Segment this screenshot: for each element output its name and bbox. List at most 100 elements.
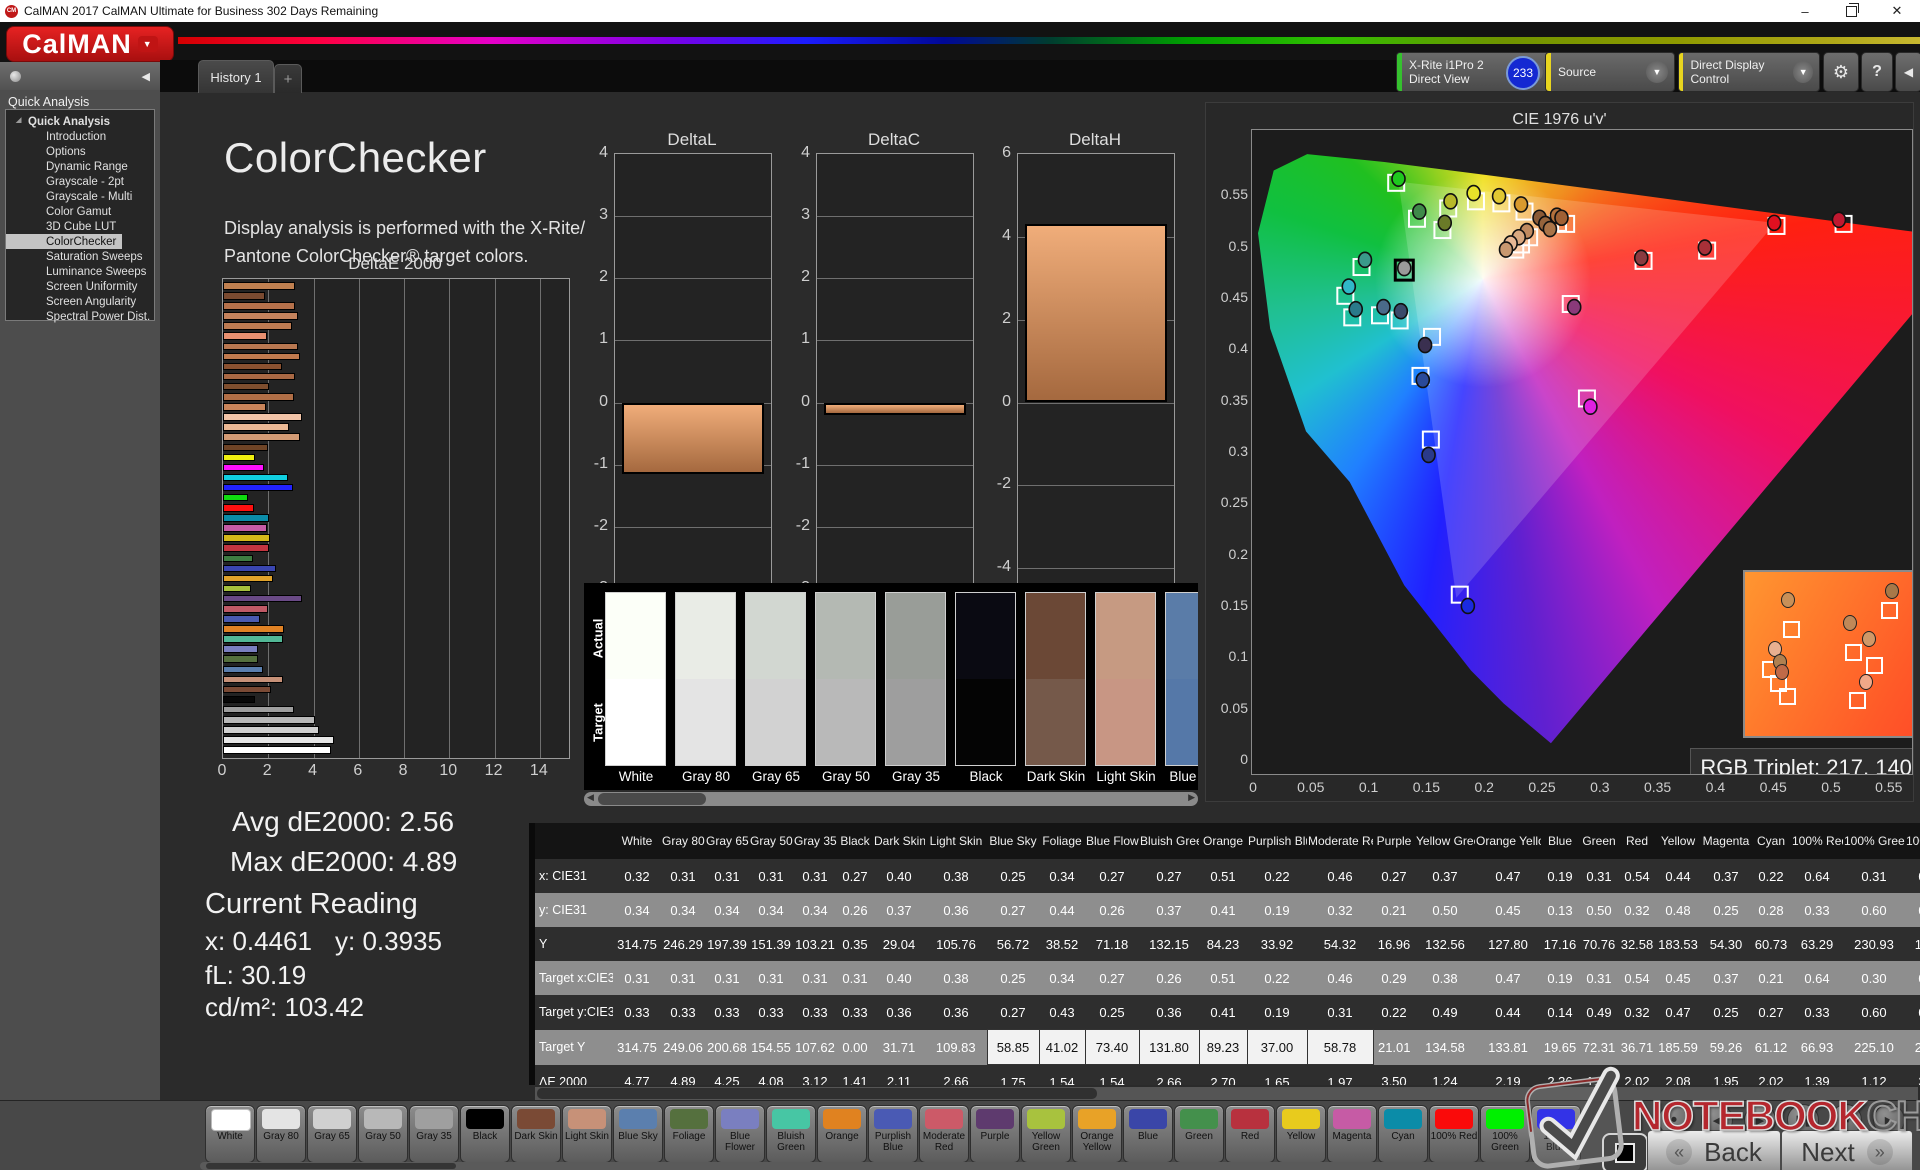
record-dot-icon[interactable] — [10, 71, 21, 82]
add-tab-button[interactable]: + — [274, 64, 302, 93]
patch-button-orange[interactable]: Orange — [817, 1105, 867, 1163]
patch-button-foliage[interactable]: Foliage — [664, 1105, 714, 1163]
stop-button[interactable] — [1602, 1133, 1648, 1170]
patch-button-100-blue[interactable]: 100% Blue — [1531, 1105, 1581, 1163]
column-header-100-blue[interactable]: 100% Blue — [1905, 823, 1920, 859]
sidebar-item-introduction[interactable]: Introduction — [6, 129, 154, 144]
display-control-dropdown[interactable]: Direct Display Control ▼ — [1678, 52, 1820, 92]
chevron-down-icon[interactable]: ▼ — [1793, 61, 1813, 83]
compare-patch-black[interactable]: Black — [955, 592, 1016, 766]
compare-patch-gray-50[interactable]: Gray 50 — [815, 592, 876, 766]
sidebar-item-3d-cube-lut[interactable]: 3D Cube LUT — [6, 219, 154, 234]
settings-button[interactable]: ⚙ — [1823, 52, 1859, 92]
patch-button-magenta[interactable]: Magenta — [1327, 1105, 1377, 1163]
patch-button-dark-skin[interactable]: Dark Skin — [511, 1105, 561, 1163]
scroll-left-icon[interactable]: ◀ — [587, 792, 594, 803]
close-button[interactable]: ✕ — [1874, 0, 1920, 22]
column-header-black[interactable]: Black — [837, 823, 873, 859]
sidebar-item-grayscale-multi[interactable]: Grayscale - Multi — [6, 189, 154, 204]
strip-scrollbar-thumb[interactable] — [598, 793, 706, 805]
column-header-gray-65[interactable]: Gray 65 — [705, 823, 749, 859]
patch-button-cyan[interactable]: Cyan — [1378, 1105, 1428, 1163]
column-header-100-green[interactable]: 100% Green — [1843, 823, 1905, 859]
patch-button-moderate-red[interactable]: Moderate Red — [919, 1105, 969, 1163]
sidebar-item-color-gamut[interactable]: Color Gamut — [6, 204, 154, 219]
sidebar-item-spectral-power-dist-[interactable]: Spectral Power Dist. — [6, 309, 154, 324]
tab-history-1[interactable]: History 1 — [198, 60, 274, 93]
sidebar-item-quick-analysis[interactable]: Quick Analysis — [6, 114, 154, 129]
bottom-scrollbar-thumb[interactable] — [206, 1163, 456, 1169]
sidebar-item-luminance-sweeps[interactable]: Luminance Sweeps — [6, 264, 154, 279]
patch-button-yellow-green[interactable]: Yellow Green — [1021, 1105, 1071, 1163]
patch-button-black[interactable]: Black — [460, 1105, 510, 1163]
sidebar-item-screen-uniformity[interactable]: Screen Uniformity — [6, 279, 154, 294]
patch-button-blue[interactable]: Blue — [1123, 1105, 1173, 1163]
patch-button-bluish-green[interactable]: Bluish Green — [766, 1105, 816, 1163]
patch-button-red[interactable]: Red — [1225, 1105, 1275, 1163]
meter-badge[interactable]: 233 — [1506, 56, 1540, 90]
patch-button-gray-35[interactable]: Gray 35 — [409, 1105, 459, 1163]
compare-patch-gray-80[interactable]: Gray 80 — [675, 592, 736, 766]
column-header-green[interactable]: Green — [1579, 823, 1619, 859]
column-header-blue-flower[interactable]: Blue Flower — [1085, 823, 1139, 859]
patch-button-white[interactable]: White — [205, 1105, 255, 1163]
column-header-bluish-green[interactable]: Bluish Green — [1139, 823, 1199, 859]
next-button[interactable]: Next » — [1781, 1130, 1913, 1170]
column-header-blue[interactable]: Blue — [1541, 823, 1579, 859]
column-header-gray-50[interactable]: Gray 50 — [749, 823, 793, 859]
logo-dropdown-arrow-icon[interactable]: ▼ — [138, 36, 158, 52]
patch-button-gray-50[interactable]: Gray 50 — [358, 1105, 408, 1163]
compare-patch-light-skin[interactable]: Light Skin — [1095, 592, 1156, 766]
column-header-red[interactable]: Red — [1619, 823, 1655, 859]
sidebar-item-saturation-sweeps[interactable]: Saturation Sweeps — [6, 249, 154, 264]
sidebar-collapse-icon[interactable]: ◀ — [142, 70, 150, 83]
column-header-foliage[interactable]: Foliage — [1039, 823, 1085, 859]
scroll-right-icon[interactable]: ▶ — [1188, 792, 1195, 803]
patch-button-purple[interactable]: Purple — [970, 1105, 1020, 1163]
compare-patch-gray-65[interactable]: Gray 65 — [745, 592, 806, 766]
sidebar-item-dynamic-range[interactable]: Dynamic Range — [6, 159, 154, 174]
patch-button-yellow[interactable]: Yellow — [1276, 1105, 1326, 1163]
column-header-purple[interactable]: Purple — [1373, 823, 1415, 859]
column-header-white[interactable]: White — [613, 823, 661, 859]
sidebar-item-screen-angularity[interactable]: Screen Angularity — [6, 294, 154, 309]
patch-button-blue-flower[interactable]: Blue Flower — [715, 1105, 765, 1163]
patch-button-green[interactable]: Green — [1174, 1105, 1224, 1163]
compare-patch-white[interactable]: White — [605, 592, 666, 766]
column-header-gray-35[interactable]: Gray 35 — [793, 823, 837, 859]
column-header-dark-skin[interactable]: Dark Skin — [873, 823, 925, 859]
patch-button-100-green[interactable]: 100% Green — [1480, 1105, 1530, 1163]
column-header-magenta[interactable]: Magenta — [1701, 823, 1751, 859]
column-header-orange[interactable]: Orange — [1199, 823, 1247, 859]
calman-logo-button[interactable]: CalMAN ▼ — [6, 26, 174, 62]
restore-button[interactable] — [1828, 0, 1874, 22]
table-scrollbar-thumb[interactable] — [537, 1088, 1097, 1099]
compare-patch-dark-skin[interactable]: Dark Skin — [1025, 592, 1086, 766]
column-header-light-skin[interactable]: Light Skin — [925, 823, 987, 859]
column-header-100-red[interactable]: 100% Red — [1791, 823, 1843, 859]
patch-button-gray-65[interactable]: Gray 65 — [307, 1105, 357, 1163]
patch-button-light-skin[interactable]: Light Skin — [562, 1105, 612, 1163]
back-button[interactable]: « Back — [1647, 1130, 1781, 1170]
bottom-scrollbar[interactable] — [200, 1162, 1580, 1170]
patch-button-blue-sky[interactable]: Blue Sky — [613, 1105, 663, 1163]
column-header-yellow-green[interactable]: Yellow Green — [1415, 823, 1475, 859]
patch-button-orange-yellow[interactable]: Orange Yellow — [1072, 1105, 1122, 1163]
sidebar-item-options[interactable]: Options — [6, 144, 154, 159]
chevron-down-icon[interactable]: ▼ — [1646, 61, 1668, 83]
sidebar-item-grayscale-2pt[interactable]: Grayscale - 2pt — [6, 174, 154, 189]
column-header-blue-sky[interactable]: Blue Sky — [987, 823, 1039, 859]
patch-button-purplish-blue[interactable]: Purplish Blue — [868, 1105, 918, 1163]
column-header-orange-yellow[interactable]: Orange Yellow — [1475, 823, 1541, 859]
column-header-yellow[interactable]: Yellow — [1655, 823, 1701, 859]
sidebar-item-colorchecker[interactable]: ColorChecker — [6, 234, 122, 249]
minimize-button[interactable]: – — [1782, 0, 1828, 22]
patch-button-100-red[interactable]: 100% Red — [1429, 1105, 1479, 1163]
column-header-gray-80[interactable]: Gray 80 — [661, 823, 705, 859]
compare-patch-gray-35[interactable]: Gray 35 — [885, 592, 946, 766]
help-button[interactable]: ? — [1861, 52, 1893, 92]
source-dropdown[interactable]: Source ▼ — [1545, 52, 1675, 92]
patch-button-gray-80[interactable]: Gray 80 — [256, 1105, 306, 1163]
column-header-cyan[interactable]: Cyan — [1751, 823, 1791, 859]
table-scrollbar[interactable] — [535, 1087, 1918, 1100]
